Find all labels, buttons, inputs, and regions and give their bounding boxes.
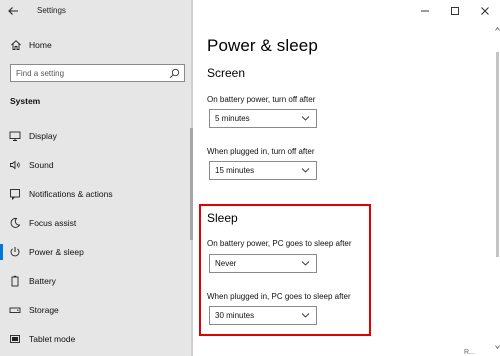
maximize-icon [451,7,459,15]
sleep-plugged-label: When plugged in, PC goes to sleep after [207,292,351,301]
sidebar-item-sound[interactable]: Sound [0,154,190,176]
sidebar-item-storage[interactable]: Storage [0,299,190,321]
sidebar-item-display[interactable]: Display [0,125,190,147]
search-box[interactable] [10,64,185,82]
sleep-battery-dropdown[interactable]: Never [209,254,317,273]
dropdown-value: 5 minutes [215,114,250,123]
chevron-down-icon [301,313,310,318]
sidebar-item-battery[interactable]: Battery [0,270,190,292]
chevron-down-icon [301,116,310,121]
close-button[interactable] [470,0,500,22]
sidebar-item-power-sleep[interactable]: Power & sleep [0,241,190,263]
sidebar-item-notifications[interactable]: Notifications & actions [0,183,190,205]
power-icon [10,247,20,257]
sidebar-item-label: Storage [29,305,59,315]
sidebar-item-label: Tablet mode [29,334,76,344]
home-link[interactable]: Home [0,36,190,54]
sidebar-item-label: Display [29,131,57,141]
sleep-section-title: Sleep [207,211,238,225]
title-bar: Settings [0,0,193,22]
sidebar-item-label: Battery [29,276,56,286]
close-icon [481,7,489,15]
speaker-icon [10,160,20,170]
chevron-down-icon [301,168,310,173]
app-title: Settings [37,6,66,15]
minimize-icon [421,10,429,12]
main-scroll-thumb[interactable] [496,52,499,257]
cut-off-text: R... [464,349,475,356]
window-controls [410,0,500,22]
moon-icon [10,217,21,228]
search-icon[interactable] [169,68,180,79]
scroll-up-icon[interactable] [495,26,500,32]
dropdown-value: 15 minutes [215,166,255,175]
screen-section-title: Screen [207,66,246,80]
home-label: Home [29,40,52,50]
chevron-down-icon [301,261,310,266]
dropdown-value: 30 minutes [215,311,255,320]
sidebar-item-label: Focus assist [29,218,77,228]
search-input[interactable] [16,68,166,79]
back-button[interactable] [0,0,26,22]
screen-plugged-dropdown[interactable]: 15 minutes [209,161,317,180]
section-label-system: System [10,96,41,106]
notification-icon [10,189,20,200]
battery-icon [11,275,19,287]
screen-battery-dropdown[interactable]: 5 minutes [209,109,317,128]
main-scrollbar[interactable] [495,22,500,356]
sidebar-item-label: Power & sleep [29,247,84,257]
sidebar-item-label: Sound [29,160,54,170]
sidebar-item-label: Notifications & actions [29,189,113,199]
scroll-down-icon[interactable] [495,344,500,350]
sleep-plugged-dropdown[interactable]: 30 minutes [209,306,317,325]
monitor-icon [9,131,21,141]
sidebar-item-focus-assist[interactable]: Focus assist [0,212,190,234]
storage-icon [9,307,21,313]
sleep-battery-label: On battery power, PC goes to sleep after [207,239,352,248]
screen-plugged-label: When plugged in, turn off after [207,147,315,156]
dropdown-value: Never [215,259,237,268]
home-icon [11,40,21,50]
page-title: Power & sleep [207,36,318,55]
screen-battery-label: On battery power, turn off after [207,95,316,104]
sidebar-item-tablet-mode[interactable]: Tablet mode [0,328,190,350]
back-arrow-icon [8,7,18,15]
maximize-button[interactable] [440,0,470,22]
minimize-button[interactable] [410,0,440,22]
tablet-icon [10,335,20,343]
